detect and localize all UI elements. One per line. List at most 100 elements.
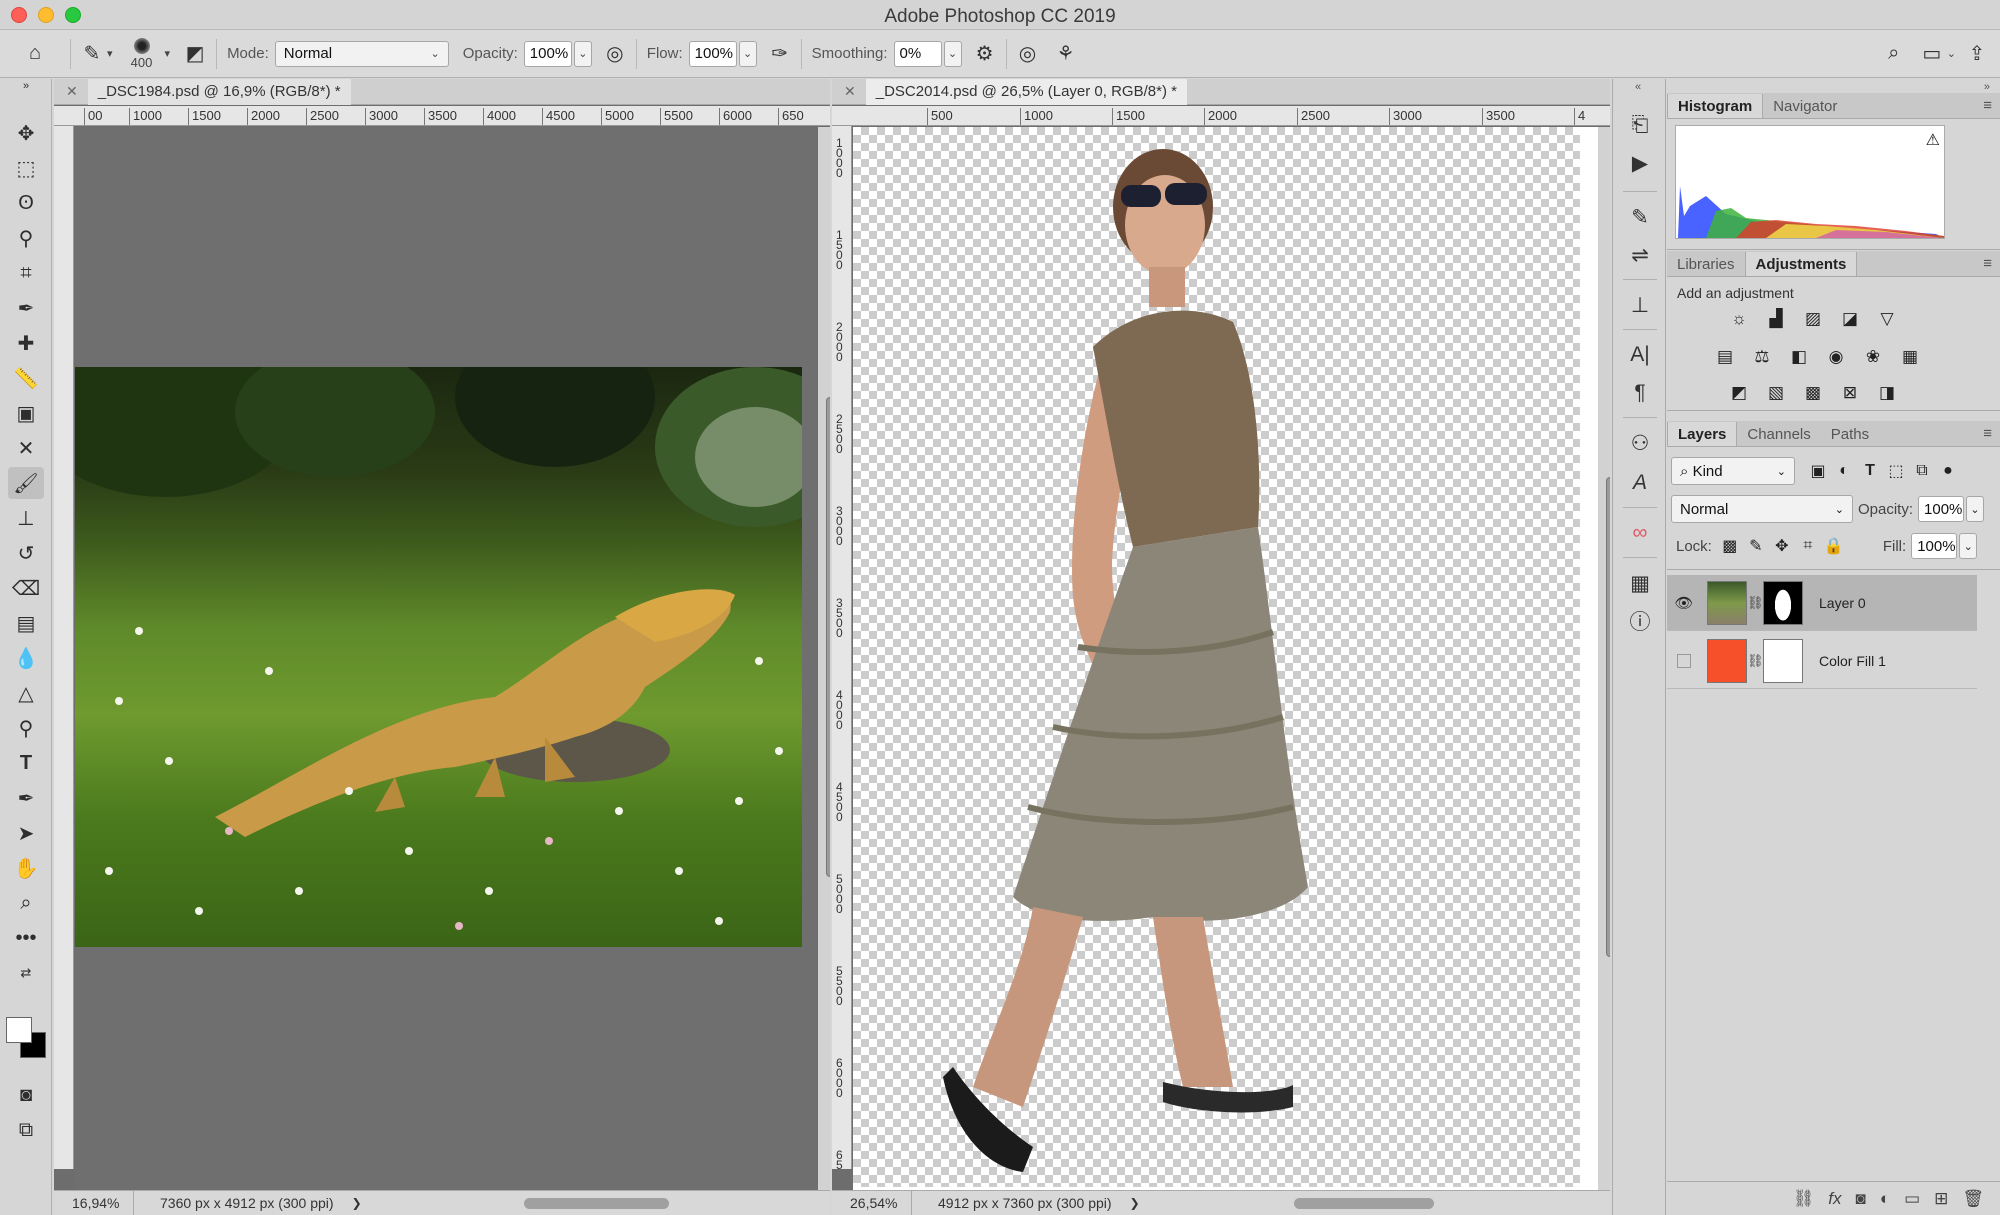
layer-filter-kind-select[interactable]: ⌕ Kind ⌄ (1671, 457, 1795, 485)
artboard-tool-icon[interactable]: ▣ (8, 397, 44, 429)
tab-navigator[interactable]: Navigator (1763, 94, 1847, 118)
layer-row-layer-0[interactable]: 👁 ⛓ Layer 0 (1667, 575, 1977, 631)
clone-stamp-tool-icon[interactable]: ⊥ (8, 502, 44, 534)
zoom-level[interactable]: 26,54% (832, 1190, 912, 1215)
vertical-scrollbar[interactable] (818, 127, 830, 1190)
add-mask-icon[interactable]: ◙ (1856, 1189, 1866, 1209)
chevron-down-icon[interactable]: ⌄ (1947, 47, 1956, 60)
share-icon[interactable]: ⇪ (1962, 39, 1992, 69)
filter-shape-icon[interactable]: ⬚ (1883, 458, 1909, 484)
glyphs-icon[interactable]: A (1623, 467, 1657, 499)
quick-selection-tool-icon[interactable]: ⚲ (8, 222, 44, 254)
layer-name[interactable]: Layer 0 (1819, 595, 1866, 611)
color-lookup-icon[interactable]: ▦ (1898, 345, 1922, 369)
chevron-right-icon[interactable]: ❯ (352, 1196, 362, 1210)
chevron-down-icon[interactable]: ▾ (107, 47, 113, 60)
lock-position-icon[interactable]: ✥ (1769, 533, 1795, 559)
pressure-opacity-icon[interactable]: ◎ (600, 39, 630, 69)
flow-input[interactable]: 100% (688, 40, 737, 67)
pressure-size-icon[interactable]: ◎ (1013, 39, 1043, 69)
screen-mode-icon[interactable]: ⧉ (8, 1114, 44, 1146)
new-group-icon[interactable]: ▭ (1904, 1189, 1920, 1209)
tab-adjustments[interactable]: Adjustments (1744, 252, 1858, 276)
document-window-2[interactable]: ✕ _DSC2014.psd @ 26,5% (Layer 0, RGB/8*)… (832, 79, 1610, 1215)
filter-type-icon[interactable]: T (1857, 458, 1883, 484)
brush-settings-panel-icon[interactable]: ✎ (1623, 201, 1657, 233)
dodge-tool-icon[interactable]: ⚲ (8, 712, 44, 744)
opacity-input[interactable]: 100% (523, 40, 572, 67)
gradient-map-icon[interactable]: ◨ (1875, 381, 1899, 405)
mode-select[interactable]: Normal ⌄ (274, 40, 449, 67)
chevron-right-icon[interactable]: ❯ (1130, 1196, 1140, 1210)
filter-adjustment-icon[interactable]: ◐ (1831, 458, 1857, 484)
tab-layers[interactable]: Layers (1667, 422, 1738, 446)
layer-opacity-dropdown[interactable]: ⌄ (1966, 496, 1985, 522)
eye-icon[interactable]: 👁 (1667, 594, 1701, 612)
creative-cloud-icon[interactable]: ∞ (1623, 517, 1657, 549)
photo-filter-icon[interactable]: ◉ (1824, 345, 1848, 369)
content-aware-move-icon[interactable]: ✕ (8, 432, 44, 464)
panel-menu-icon[interactable]: ≡ (1983, 255, 1992, 272)
path-selection-tool-icon[interactable]: ➤ (8, 817, 44, 849)
close-tab-icon[interactable]: ✕ (844, 83, 856, 100)
layer-mask-thumbnail[interactable] (1763, 638, 1803, 683)
horizontal-scrollbar-thumb[interactable] (524, 1198, 669, 1209)
scrollbar-thumb[interactable] (1606, 477, 1610, 957)
link-icon[interactable]: ⛓ (1747, 595, 1764, 611)
crop-tool-icon[interactable]: ⌗ (8, 257, 44, 289)
trash-icon[interactable]: 🗑 (1962, 1189, 1984, 1209)
layer-opacity-input[interactable]: 100% (1918, 496, 1965, 522)
brush-size-picker[interactable]: 400 (119, 32, 165, 76)
marquee-tool-icon[interactable]: ⬚ (8, 152, 44, 184)
chevron-down-icon[interactable]: ▾ (165, 47, 171, 60)
levels-icon[interactable]: ▟ (1764, 307, 1788, 331)
eyedropper-tool-icon[interactable]: ✒ (8, 292, 44, 324)
eraser-tool-icon[interactable]: ⌫ (8, 572, 44, 604)
workspace-icon[interactable]: ▭ (1917, 39, 1947, 69)
zoom-tool-icon[interactable]: ⌕ (8, 887, 44, 919)
visibility-toggle[interactable] (1677, 653, 1691, 668)
link-icon[interactable]: ⛓ (1747, 653, 1764, 669)
history-icon[interactable]: ⎗ (1623, 109, 1657, 141)
scrollbar-thumb[interactable] (826, 397, 830, 877)
brush-tool-icon[interactable]: 🖌 (8, 467, 44, 499)
document-window-1[interactable]: ✕ _DSC1984.psd @ 16,9% (RGB/8*) * 00 100… (54, 79, 830, 1215)
lock-transparent-icon[interactable]: ▩ (1717, 533, 1743, 559)
gradient-tool-icon[interactable]: ▤ (8, 607, 44, 639)
document-info[interactable]: 4912 px x 7360 px (300 ppi) (938, 1195, 1112, 1211)
move-tool-icon[interactable]: ✥ (8, 117, 44, 149)
gear-icon[interactable]: ⚙ (970, 39, 1000, 69)
symmetry-icon[interactable]: ⚘ (1051, 39, 1081, 69)
hand-tool-icon[interactable]: ✋ (8, 852, 44, 884)
filter-toggle-icon[interactable]: ● (1935, 458, 1961, 484)
brush-tool-preset-icon[interactable]: ✎ (77, 39, 107, 69)
collapse-icon[interactable]: « (1635, 81, 1641, 93)
fill-dropdown[interactable]: ⌄ (1959, 533, 1978, 559)
info-icon[interactable]: ⓘ (1623, 605, 1657, 637)
fx-icon[interactable]: fx (1828, 1189, 1841, 1209)
brightness-contrast-icon[interactable]: ☼ (1727, 307, 1751, 331)
layer-name[interactable]: Color Fill 1 (1819, 653, 1886, 669)
blur-tool-icon[interactable]: 💧 (8, 642, 44, 674)
brush-settings-icon[interactable]: ◩ (180, 39, 210, 69)
posterize-icon[interactable]: ▧ (1764, 381, 1788, 405)
paragraph-panel-icon[interactable]: ¶ (1623, 377, 1657, 409)
channel-mixer-icon[interactable]: ❀ (1861, 345, 1885, 369)
lasso-tool-icon[interactable]: ʘ (8, 187, 44, 219)
quick-mask-icon[interactable]: ◙ (8, 1079, 44, 1111)
home-icon[interactable]: ⌂ (20, 39, 50, 69)
lock-image-icon[interactable]: ✎ (1743, 533, 1769, 559)
hue-saturation-icon[interactable]: ▤ (1713, 345, 1737, 369)
horizontal-scrollbar-thumb[interactable] (1294, 1198, 1434, 1209)
layer-row-color-fill-1[interactable]: ⛓ Color Fill 1 (1667, 633, 1977, 689)
canvas-area[interactable] (853, 127, 1598, 1190)
threshold-icon[interactable]: ▩ (1801, 381, 1825, 405)
tab-histogram[interactable]: Histogram (1667, 94, 1764, 118)
vertical-scrollbar[interactable] (1598, 127, 1610, 1190)
character-panel-icon[interactable]: A| (1623, 339, 1657, 371)
filter-pixel-icon[interactable]: ▣ (1805, 458, 1831, 484)
zoom-level[interactable]: 16,94% (54, 1190, 134, 1215)
new-layer-icon[interactable]: ⊞ (1934, 1189, 1948, 1209)
sharpen-tool-icon[interactable]: △ (8, 677, 44, 709)
fill-input[interactable]: 100% (1911, 533, 1958, 559)
